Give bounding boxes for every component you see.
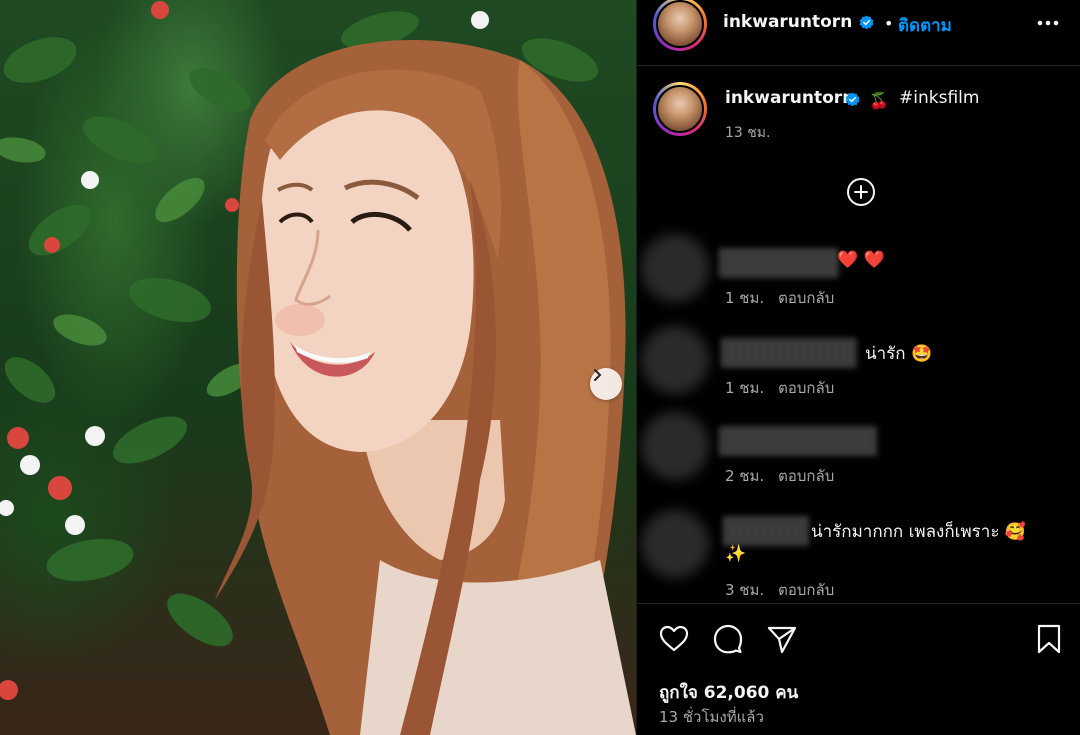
reply-button[interactable]: ตอบกลับ	[778, 581, 834, 599]
post-photo-illustration	[0, 1, 636, 735]
comment-text: น่ารัก 🤩	[865, 344, 933, 364]
commenter-avatar[interactable]	[641, 326, 709, 394]
comment-icon[interactable]	[711, 622, 745, 656]
share-icon[interactable]	[765, 622, 799, 656]
comment-item: น่ารัก 🤩 1 ชม. ตอบกลับ	[637, 322, 1080, 402]
comment-time: 2 ชม.	[725, 467, 765, 485]
post-photo	[0, 0, 636, 735]
caption-avatar[interactable]	[653, 82, 707, 136]
comment-text-continued: ✨	[725, 544, 747, 564]
reply-button[interactable]: ตอบกลับ	[778, 467, 834, 485]
commenter-avatar[interactable]	[641, 412, 709, 480]
post-side-pane: inkwaruntorn • ติดตาม inkwaruntorn 🍒 #in…	[637, 0, 1080, 735]
comment-time: 1 ชม.	[725, 379, 765, 397]
plus-circle-icon[interactable]	[845, 176, 877, 208]
comment-text: น่ารักมากกก เพลงก็เพราะ 🥰	[811, 522, 1027, 542]
more-horizontal-icon[interactable]	[1033, 10, 1063, 36]
reply-button[interactable]: ตอบกลับ	[778, 379, 834, 397]
header-separator: •	[884, 14, 894, 33]
comment-text: ❤️ ❤️ 󠀠󠀠󠀠󠀠󠀠󠀠	[837, 250, 891, 270]
follow-button[interactable]: ติดตาม	[898, 12, 952, 39]
author-avatar[interactable]	[653, 0, 707, 51]
reply-button[interactable]: ตอบกลับ	[778, 289, 834, 307]
blurred-username	[719, 426, 877, 456]
caption-time: 13 ชม.	[725, 125, 771, 141]
comment-meta: 1 ชม. ตอบกลับ	[725, 376, 834, 400]
author-username[interactable]: inkwaruntorn	[723, 12, 852, 32]
caption-username[interactable]: inkwaruntorn	[725, 88, 854, 108]
cherry-emoji: 🍒	[869, 91, 889, 110]
post-actions: ถูกใจ 62,060 คน 13 ชั่วโมงที่แล้ว	[637, 603, 1080, 735]
bookmark-icon[interactable]	[1032, 622, 1066, 656]
comment-meta: 1 ชม. ตอบกลับ	[725, 286, 834, 310]
like-count[interactable]: ถูกใจ 62,060 คน	[659, 679, 798, 706]
commenter-avatar[interactable]	[641, 510, 709, 578]
caption-hashtag[interactable]: #inksfilm	[899, 88, 979, 108]
comment-item: 2 ชม. ตอบกลับ	[637, 412, 1080, 492]
comment-item: น่ารักมากกก เพลงก็เพราะ 🥰 ✨ 3 ชม. ตอบกลับ	[637, 506, 1080, 602]
comment-item: ❤️ ❤️ 󠀠󠀠󠀠󠀠󠀠󠀠 1 ชม. ตอบกลับ	[637, 228, 1080, 308]
blurred-username	[721, 338, 857, 368]
commenter-avatar[interactable]	[641, 234, 709, 302]
comment-meta: 3 ชม. ตอบกลับ	[725, 578, 834, 602]
chevron-right-icon	[594, 369, 602, 381]
heart-icon[interactable]	[657, 622, 691, 656]
post-header: inkwaruntorn • ติดตาม	[637, 0, 1080, 66]
posted-time: 13 ชั่วโมงที่แล้ว	[659, 708, 764, 726]
comment-time: 1 ชม.	[725, 289, 765, 307]
blurred-username	[719, 248, 839, 278]
comment-time: 3 ชม.	[725, 581, 765, 599]
verified-badge-icon	[845, 92, 860, 107]
verified-badge-icon	[859, 15, 874, 30]
blurred-username	[723, 516, 809, 546]
next-photo-button[interactable]	[590, 368, 622, 400]
comment-meta: 2 ชม. ตอบกลับ	[725, 464, 834, 488]
